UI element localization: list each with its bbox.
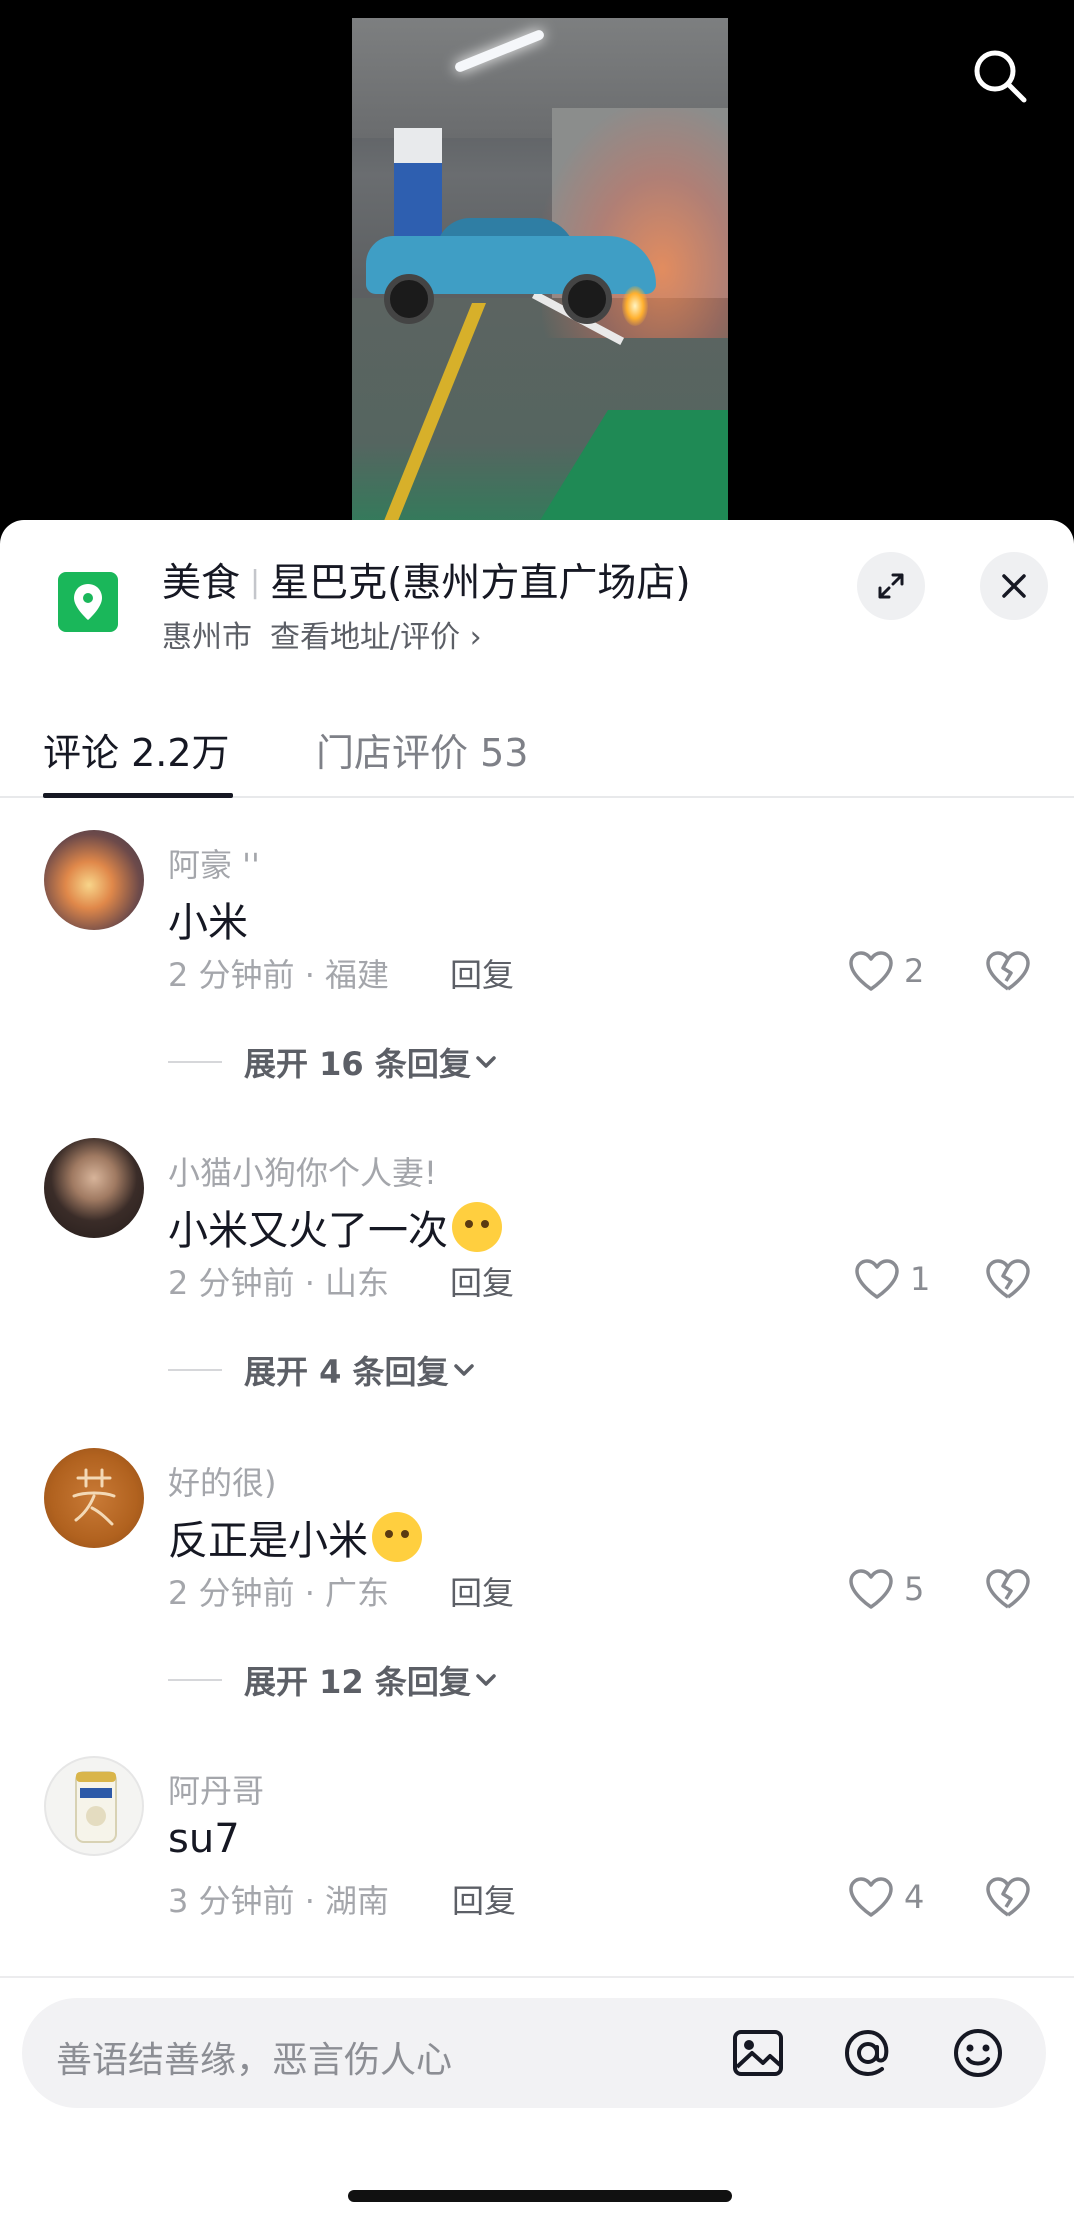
like-button[interactable]: 1: [854, 1256, 930, 1302]
location-pin-icon: [58, 572, 118, 632]
poi-title[interactable]: 美食 | 星巴克(惠州方直广场店): [162, 552, 691, 608]
tab-bar: 评论 2.2万 门店评价 53: [0, 690, 1074, 798]
expand-replies-label: 展开 12 条回复: [244, 1663, 471, 1701]
avatar[interactable]: [44, 1138, 144, 1238]
reply-button[interactable]: 回复: [450, 950, 514, 996]
expand-replies[interactable]: 展开 4 条回复: [168, 1350, 479, 1391]
pleading-emoji-icon: [372, 1512, 422, 1562]
comment-text: su7: [168, 1816, 240, 1862]
comment-meta: 2 分钟前 · 福建: [168, 956, 390, 994]
comment-input[interactable]: 善语结善缘，恶言伤人心: [22, 1998, 1046, 2108]
poi-category: 美食: [162, 561, 241, 606]
comment-text: 反正是小米: [168, 1508, 422, 1566]
heart-icon: [849, 1569, 893, 1609]
chevron-down-icon: [476, 1056, 496, 1068]
comment-meta: 3 分钟前 · 湖南: [168, 1882, 390, 1920]
video-player[interactable]: [0, 0, 1074, 540]
image-icon[interactable]: [730, 2025, 786, 2081]
comment-username[interactable]: 小猫小狗你个人妻!: [168, 1148, 437, 1194]
avatar[interactable]: [44, 1756, 144, 1856]
comment-text: 小米: [168, 900, 248, 946]
title-divider: |: [250, 565, 261, 600]
comment-meta: 2 分钟前 · 山东: [168, 1264, 390, 1302]
tab-store-reviews[interactable]: 门店评价 53: [316, 722, 528, 777]
comment-text-content: 小米又火了一次: [168, 1208, 448, 1254]
broken-heart-icon[interactable]: [985, 1256, 1031, 1302]
comment-panel: 美食 | 星巴克(惠州方直广场店) 惠州市 查看地址/评价 › 评论 2.2万 门店评…: [0, 520, 1074, 2224]
close-button[interactable]: [980, 552, 1048, 620]
input-divider: [0, 1976, 1074, 1978]
close-icon: [1002, 574, 1026, 598]
comment-input-placeholder[interactable]: 善语结善缘，恶言伤人心: [56, 2031, 452, 2083]
comment-text-content: 反正是小米: [168, 1518, 368, 1564]
chevron-down-icon: [453, 1364, 474, 1376]
poi-city: 惠州市: [162, 620, 252, 655]
video-frame: [352, 18, 728, 540]
poi-subtitle[interactable]: 惠州市 查看地址/评价 ›: [162, 612, 482, 656]
video-car: [366, 218, 666, 324]
tab-active-indicator: [43, 793, 233, 798]
reply-button[interactable]: 回复: [452, 1876, 516, 1922]
expand-icon: [878, 573, 904, 599]
reply-button[interactable]: 回复: [450, 1258, 514, 1304]
comment-text: 小米又火了一次: [168, 1198, 502, 1256]
avatar[interactable]: [44, 1448, 144, 1548]
expand-replies-label: 展开 16 条回复: [244, 1045, 471, 1083]
comment-username[interactable]: 好的很): [168, 1458, 277, 1504]
heart-icon: [849, 1877, 893, 1917]
poi-name: 星巴克(惠州方直广场店): [270, 561, 691, 606]
poi-link[interactable]: 查看地址/评价 ›: [270, 620, 482, 655]
search-icon[interactable]: [968, 44, 1032, 108]
comment-username[interactable]: 阿丹哥: [168, 1766, 264, 1812]
comment-meta: 2 分钟前 · 广东: [168, 1574, 390, 1612]
expand-replies[interactable]: 展开 16 条回复: [168, 1042, 501, 1083]
heart-icon: [855, 1259, 899, 1299]
expand-replies[interactable]: 展开 12 条回复: [168, 1660, 501, 1701]
emoji-icon[interactable]: [950, 2025, 1006, 2081]
like-button[interactable]: 5: [848, 1566, 924, 1612]
comment-username[interactable]: 阿豪 '': [168, 840, 260, 886]
reply-button[interactable]: 回复: [450, 1568, 514, 1614]
broken-heart-icon[interactable]: [985, 1874, 1031, 1920]
broken-heart-icon[interactable]: [985, 948, 1031, 994]
broken-heart-icon[interactable]: [985, 1566, 1031, 1612]
video-flame: [622, 286, 648, 326]
expand-button[interactable]: [857, 552, 925, 620]
chevron-down-icon: [476, 1674, 496, 1686]
like-count: 5: [904, 1570, 925, 1608]
expand-replies-label: 展开 4 条回复: [244, 1353, 449, 1391]
heart-icon: [849, 951, 893, 991]
laughing-emoji-icon: [452, 1202, 502, 1252]
poi-header[interactable]: 美食 | 星巴克(惠州方直广场店) 惠州市 查看地址/评价 ›: [0, 520, 1074, 670]
like-count: 4: [904, 1878, 925, 1916]
like-button[interactable]: 2: [848, 948, 924, 994]
like-count: 2: [904, 952, 925, 990]
like-button[interactable]: 4: [848, 1874, 924, 1920]
at-icon[interactable]: [840, 2025, 896, 2081]
tab-comments[interactable]: 评论 2.2万: [43, 722, 230, 777]
home-indicator[interactable]: [348, 2190, 732, 2202]
like-count: 1: [910, 1260, 931, 1298]
avatar[interactable]: [44, 830, 144, 930]
